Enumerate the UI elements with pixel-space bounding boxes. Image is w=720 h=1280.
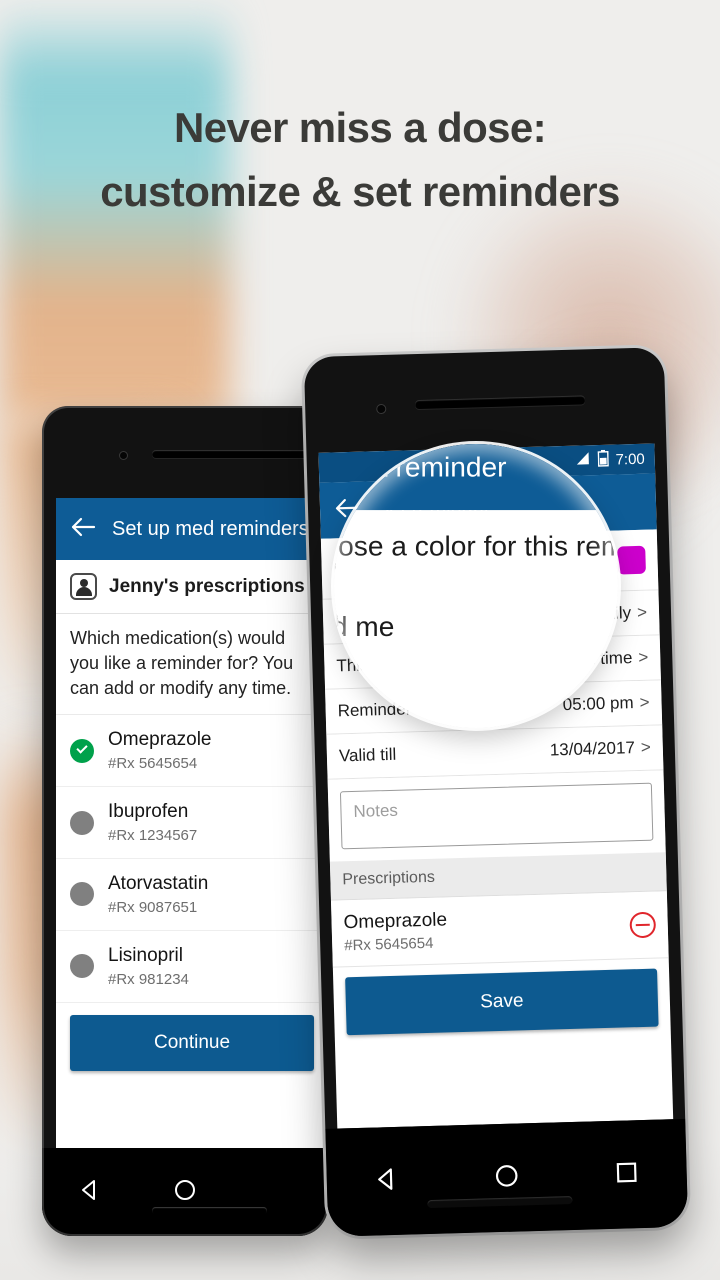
headline-line-2: customize & set reminders (100, 168, 620, 216)
right-android-navbar (325, 1118, 689, 1237)
nav-back-icon[interactable] (77, 1177, 103, 1208)
chevron-right-icon: > (638, 647, 649, 667)
medication-name: Atorvastatin (108, 873, 209, 895)
checkmark-icon[interactable] (70, 738, 94, 763)
chevron-right-icon: > (636, 602, 648, 622)
medication-list-item[interactable]: Atorvastatin #Rx 9087651 (56, 859, 328, 931)
unselected-circle-icon[interactable] (70, 810, 94, 835)
medication-rx: #Rx 9087651 (108, 898, 198, 916)
medication-list-item[interactable]: Ibuprofen #Rx 1234567 (56, 787, 328, 860)
chevron-right-icon: > (640, 737, 652, 757)
front-camera-icon (120, 452, 127, 459)
medication-list-item[interactable]: Omeprazole #Rx 5645654 (56, 715, 328, 788)
prescription-name: Omeprazole (343, 909, 448, 934)
left-appbar-title: Set up med reminders (112, 517, 309, 540)
magnified-appbar: Set reminder (334, 444, 618, 511)
medication-name: Lisinopril (108, 944, 183, 966)
medication-rx: #Rx 5645654 (108, 755, 198, 773)
front-camera-icon (377, 404, 386, 414)
phone-left-device: Set up med reminders Jenny's prescriptio… (42, 406, 328, 1236)
medication-list-item[interactable]: Lisinopril #Rx 981234 (56, 931, 328, 1003)
medication-name: Omeprazole (108, 729, 212, 751)
intro-text: Which medication(s) would you like a rem… (56, 614, 328, 716)
nav-home-icon[interactable] (172, 1177, 198, 1208)
medication-rx: #Rx 1234567 (108, 827, 198, 845)
medication-rx: #Rx 981234 (108, 970, 189, 988)
magnified-remind-text: mind me (334, 611, 395, 643)
notes-wrapper: Notes (327, 770, 666, 862)
notes-input[interactable]: Notes (339, 782, 654, 850)
left-android-navbar (42, 1148, 328, 1236)
phone-left-screen: Set up med reminders Jenny's prescriptio… (56, 498, 328, 1148)
magnified-color-prompt: Choose a color for this remir (334, 531, 618, 563)
unselected-circle-icon[interactable] (70, 954, 94, 979)
back-arrow-icon[interactable] (70, 516, 96, 543)
unselected-circle-icon[interactable] (70, 882, 94, 907)
valid-till-value: 13/04/2017 (549, 738, 636, 760)
page-headline: Never miss a dose: customize & set remin… (0, 96, 720, 225)
account-row[interactable]: Jenny's prescriptions (56, 560, 328, 614)
left-appbar: Set up med reminders (56, 498, 328, 560)
remove-circle-icon[interactable] (629, 911, 657, 939)
nav-back-icon[interactable] (372, 1164, 401, 1198)
statusbar-time: 7:00 (615, 450, 645, 469)
nav-recents-icon[interactable] (612, 1158, 641, 1192)
valid-till-label: Valid till (338, 744, 397, 766)
prescription-rx: #Rx 5645654 (343, 934, 434, 955)
prescription-row[interactable]: Omeprazole #Rx 5645654 (330, 891, 669, 968)
save-button[interactable]: Save (345, 968, 659, 1036)
headline-line-1: Never miss a dose: (173, 104, 547, 151)
left-bottom-speaker (152, 1207, 267, 1214)
nav-home-icon[interactable] (492, 1161, 521, 1195)
contact-avatar-icon (70, 573, 97, 600)
earpiece-speaker (152, 450, 328, 458)
chevron-right-icon: > (639, 692, 650, 712)
color-swatch-icon[interactable] (617, 545, 646, 575)
continue-button[interactable]: Continue (70, 1014, 314, 1071)
screenshot-stage: Never miss a dose: customize & set remin… (0, 0, 720, 1280)
earpiece-speaker (415, 395, 586, 410)
account-name: Jenny's prescriptions (109, 575, 305, 597)
magnified-appbar-title: Set reminder (345, 452, 507, 484)
magnifier-lens: Set reminder Choose a color for this rem… (334, 444, 618, 728)
magnifier-content: Set reminder Choose a color for this rem… (334, 444, 618, 728)
medication-name: Ibuprofen (108, 801, 189, 823)
